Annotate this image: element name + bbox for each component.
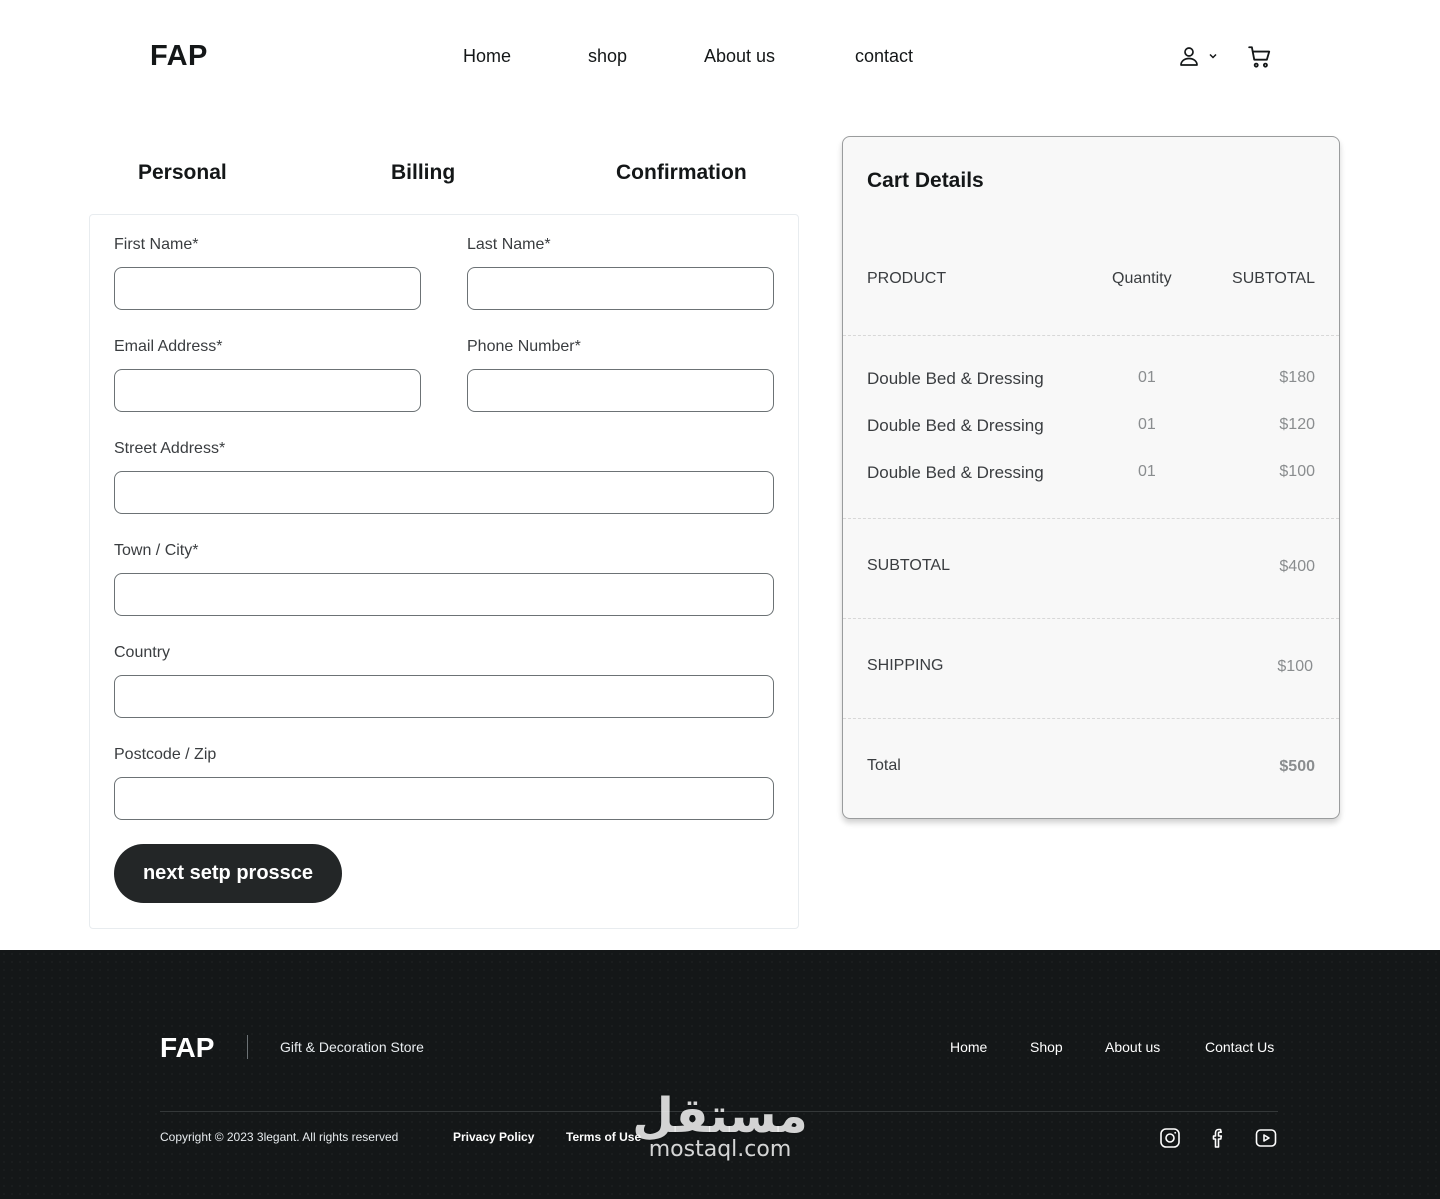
cart-item-price: $180: [1279, 369, 1315, 386]
footer-link-about[interactable]: About us: [1105, 1039, 1160, 1055]
divider: [843, 718, 1339, 719]
footer-link-shop[interactable]: Shop: [1030, 1039, 1063, 1055]
country-label: Country: [114, 644, 171, 661]
street-address-label: Street Address*: [114, 440, 226, 457]
phone-label: Phone Number*: [467, 338, 581, 355]
site-footer: FAP Gift & Decoration Store Home Shop Ab…: [0, 950, 1440, 1199]
step-billing[interactable]: Billing: [391, 161, 455, 185]
subtotal-label: SUBTOTAL: [867, 557, 950, 574]
city-input[interactable]: [114, 573, 774, 616]
street-address-input[interactable]: [114, 471, 774, 514]
cart-item-price: $100: [1279, 463, 1315, 480]
cart-item-row: Double Bed & Dressing 01 $120: [843, 416, 1339, 440]
cart-button[interactable]: [1247, 44, 1273, 75]
next-step-button[interactable]: next setp prossce: [114, 844, 342, 903]
divider: [843, 335, 1339, 336]
step-confirmation[interactable]: Confirmation: [616, 161, 747, 185]
nav-link-shop[interactable]: shop: [588, 46, 627, 67]
footer-logo[interactable]: FAP: [160, 1032, 214, 1064]
postcode-label: Postcode / Zip: [114, 746, 217, 763]
instagram-icon[interactable]: [1158, 1126, 1182, 1150]
shipping-label: SHIPPING: [867, 657, 944, 674]
cart-item-name: Double Bed & Dressing: [867, 369, 1044, 388]
cart-item-quantity: 01: [1138, 463, 1156, 480]
chevron-down-icon: [1209, 53, 1217, 59]
nav-link-about[interactable]: About us: [704, 46, 775, 67]
column-header-quantity: Quantity: [1112, 270, 1172, 287]
cart-item-row: Double Bed & Dressing 01 $180: [843, 369, 1339, 393]
total-value: $500: [1279, 758, 1315, 775]
cart-item-price: $120: [1279, 416, 1315, 433]
city-label: Town / City*: [114, 542, 199, 559]
email-input[interactable]: [114, 369, 421, 412]
account-menu-button[interactable]: [1177, 44, 1219, 68]
footer-tagline: Gift & Decoration Store: [280, 1039, 424, 1055]
cart-item-name: Double Bed & Dressing: [867, 463, 1044, 482]
cart-details-panel: Cart Details PRODUCT Quantity SUBTOTAL D…: [842, 136, 1340, 819]
total-label: Total: [867, 757, 901, 774]
nav-link-home[interactable]: Home: [463, 46, 511, 67]
footer-separator: [160, 1111, 1278, 1112]
cart-item-name: Double Bed & Dressing: [867, 416, 1044, 435]
column-header-subtotal: SUBTOTAL: [1232, 270, 1315, 287]
copyright-text: Copyright © 2023 3legant. All rights res…: [160, 1130, 399, 1144]
user-icon: [1180, 47, 1198, 66]
footer-link-contact[interactable]: Contact Us: [1205, 1039, 1274, 1055]
shopping-cart-icon: [1248, 46, 1271, 68]
privacy-policy-link[interactable]: Privacy Policy: [453, 1130, 534, 1144]
site-header: FAP Home shop About us contact: [0, 0, 1440, 115]
step-personal[interactable]: Personal: [138, 161, 227, 185]
subtotal-value: $400: [1279, 558, 1315, 575]
email-label: Email Address*: [114, 338, 223, 355]
youtube-icon[interactable]: [1254, 1126, 1278, 1150]
last-name-label: Last Name*: [467, 236, 551, 253]
cart-item-quantity: 01: [1138, 416, 1156, 433]
postcode-input[interactable]: [114, 777, 774, 820]
first-name-input[interactable]: [114, 267, 421, 310]
footer-link-home[interactable]: Home: [950, 1039, 987, 1055]
nav-link-contact[interactable]: contact: [855, 46, 913, 67]
facebook-icon[interactable]: [1206, 1126, 1230, 1150]
column-header-product: PRODUCT: [867, 270, 947, 287]
logo[interactable]: FAP: [150, 40, 208, 73]
phone-input[interactable]: [467, 369, 774, 412]
shipping-value: $100: [1277, 658, 1313, 675]
cart-item-row: Double Bed & Dressing 01 $100: [843, 463, 1339, 487]
footer-divider: [247, 1035, 248, 1059]
terms-of-use-link[interactable]: Terms of Use: [566, 1130, 641, 1144]
personal-info-form: First Name* Last Name* Email Address* Ph…: [89, 214, 799, 929]
cart-item-quantity: 01: [1138, 369, 1156, 386]
divider: [843, 518, 1339, 519]
cart-title: Cart Details: [867, 169, 984, 192]
last-name-input[interactable]: [467, 267, 774, 310]
first-name-label: First Name*: [114, 236, 199, 253]
divider: [843, 618, 1339, 619]
country-input[interactable]: [114, 675, 774, 718]
